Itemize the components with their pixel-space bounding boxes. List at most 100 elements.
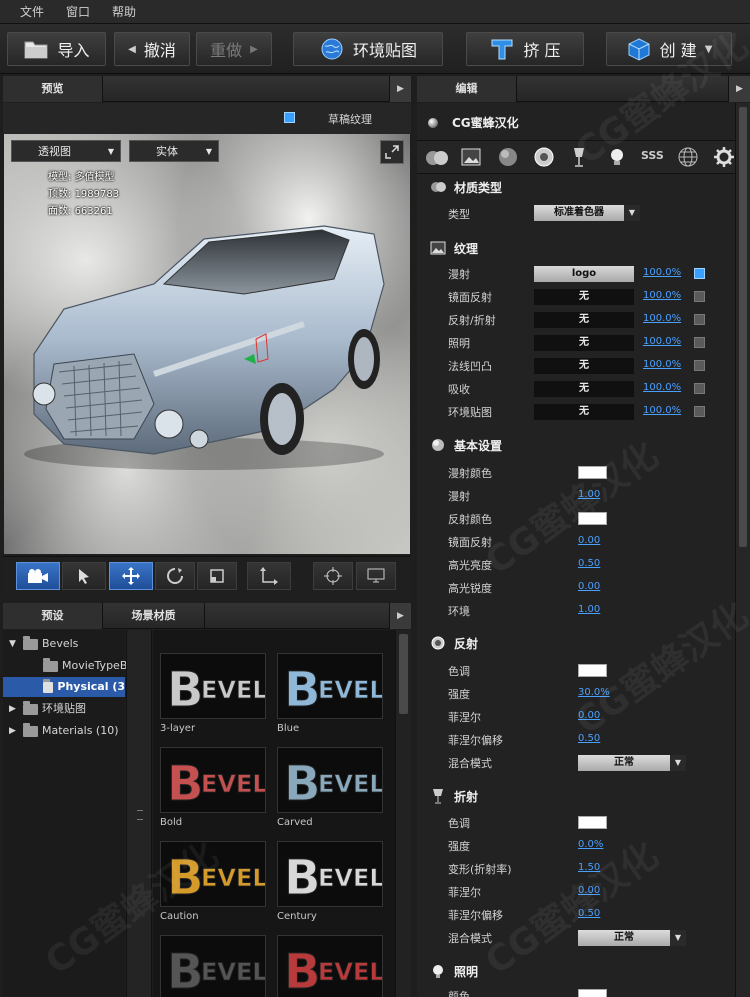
chevron-down-icon[interactable]: ▼ [670, 930, 686, 946]
texture-slot-field[interactable]: 无 [534, 335, 634, 351]
basic-value[interactable]: 1.00 [578, 604, 600, 615]
undo-button[interactable]: ◀ 撤消 [114, 32, 190, 66]
tab-preview[interactable]: 预览 [3, 76, 103, 102]
scroll-thumb[interactable] [399, 634, 408, 714]
section-header-reflection[interactable]: 反射 [430, 632, 478, 654]
panel-menu-arrow-icon[interactable]: ▶ [389, 603, 411, 629]
section-header-lighting[interactable]: 照明 [430, 960, 478, 982]
material-type-icon[interactable] [425, 148, 449, 168]
color-swatch[interactable] [578, 664, 607, 677]
texture-slot-field[interactable]: 无 [534, 381, 634, 397]
chevron-down-icon[interactable]: ▼ [670, 755, 686, 771]
section-header-refraction[interactable]: 折射 [430, 785, 478, 807]
view-mode-select[interactable]: 透视图 ▼ [11, 140, 121, 162]
reflection-value[interactable]: 30.0% [578, 687, 610, 698]
import-button[interactable]: 导入 [7, 32, 106, 66]
tree-item-materials[interactable]: ▶ Materials (10) [9, 721, 119, 741]
texture-image-icon[interactable] [461, 147, 481, 167]
lighting-bulb-icon[interactable] [607, 146, 627, 168]
texture-enable-checkbox[interactable] [694, 406, 705, 417]
texture-slot-field[interactable]: 无 [534, 404, 634, 420]
section-header-basic[interactable]: 基本设置 [430, 434, 502, 456]
tree-scrollbar[interactable] [126, 630, 152, 997]
material-thumbnail[interactable]: B EVEL [160, 841, 266, 907]
shade-mode-select[interactable]: 实体 ▼ [129, 140, 219, 162]
material-thumbnail[interactable]: B EVEL [160, 653, 266, 719]
menu-help[interactable]: 帮助 [112, 3, 136, 20]
material-thumbnail[interactable]: B EVEL [277, 841, 383, 907]
color-swatch[interactable] [578, 512, 607, 525]
material-thumbnail[interactable]: B EVEL [160, 935, 266, 997]
tab-presets[interactable]: 预设 [3, 603, 103, 629]
texture-enable-checkbox[interactable] [694, 383, 705, 394]
reflection-value[interactable]: 0.50 [578, 733, 600, 744]
scroll-thumb[interactable] [739, 107, 747, 547]
texture-slot-field[interactable]: 无 [534, 358, 634, 374]
section-header-texture[interactable]: 纹理 [430, 237, 478, 259]
reflection-sphere-icon[interactable] [533, 146, 555, 168]
basic-value[interactable]: 1.00 [578, 489, 600, 500]
screen-tool-button[interactable] [356, 562, 396, 590]
scale-tool-button[interactable] [197, 562, 237, 590]
tree-item-bevels[interactable]: ▼ Bevels [9, 634, 78, 654]
texture-amount-value[interactable]: 100.0% [643, 313, 681, 324]
3d-viewport[interactable]: 透视图 ▼ 实体 ▼ 模型: 多值模型 顶数: 1989783 面数: 6632… [4, 134, 410, 554]
redo-button[interactable]: 重做 ▶ [196, 32, 272, 66]
settings-gear-icon[interactable] [713, 146, 735, 168]
basic-sphere-icon[interactable] [497, 146, 519, 168]
section-header-material_type[interactable]: 材质类型 [430, 176, 502, 198]
color-swatch[interactable] [578, 466, 607, 479]
texture-slot-field[interactable]: logo [534, 266, 634, 282]
tree-item-physical[interactable]: Physical (3 [3, 677, 125, 697]
camera-tool-button[interactable] [16, 562, 60, 590]
texture-amount-value[interactable]: 100.0% [643, 267, 681, 278]
blend-mode-select[interactable]: 正常 [578, 930, 670, 946]
wireframe-sphere-icon[interactable] [677, 146, 699, 168]
basic-value[interactable]: 0.50 [578, 558, 600, 569]
menu-window[interactable]: 窗口 [66, 3, 90, 20]
refraction-value[interactable]: 1.50 [578, 862, 600, 873]
create-button[interactable]: 创 建 ▼ [606, 32, 732, 66]
texture-amount-value[interactable]: 100.0% [643, 336, 681, 347]
texture-slot-field[interactable]: 无 [534, 289, 634, 305]
material-thumbnail[interactable]: B EVEL [160, 747, 266, 813]
texture-enable-checkbox[interactable] [694, 360, 705, 371]
material-thumbnail[interactable]: B EVEL [277, 935, 383, 997]
panel-menu-arrow-icon[interactable]: ▶ [728, 76, 750, 102]
target-tool-button[interactable] [313, 562, 353, 590]
thumbnails-scrollbar[interactable] [395, 630, 411, 997]
tab-scene-materials[interactable]: 场景材质 [103, 603, 205, 629]
texture-slot-field[interactable]: 无 [534, 312, 634, 328]
chevron-down-icon[interactable]: ▼ [624, 205, 640, 221]
material-thumbnail[interactable]: B EVEL [277, 653, 383, 719]
texture-amount-value[interactable]: 100.0% [643, 405, 681, 416]
rotate-tool-button[interactable] [155, 562, 195, 590]
reflection-value[interactable]: 0.00 [578, 710, 600, 721]
color-swatch[interactable] [578, 989, 607, 997]
texture-amount-value[interactable]: 100.0% [643, 359, 681, 370]
menu-file[interactable]: 文件 [20, 3, 44, 20]
tree-item-env-maps[interactable]: ▶ 环境贴图 [9, 699, 86, 719]
blend-mode-select[interactable]: 正常 [578, 755, 670, 771]
draft-texture-checkbox[interactable] [284, 112, 295, 123]
texture-amount-value[interactable]: 100.0% [643, 290, 681, 301]
sss-icon[interactable]: SSS [641, 149, 664, 162]
material-thumbnail[interactable]: B EVEL [277, 747, 383, 813]
env-map-button[interactable]: 环境贴图 [293, 32, 443, 66]
shader-type-select[interactable]: 标准着色器 [534, 205, 624, 221]
texture-enable-checkbox[interactable] [694, 337, 705, 348]
refraction-glass-icon[interactable] [571, 146, 587, 168]
editor-scrollbar[interactable] [735, 103, 750, 997]
axis-tool-button[interactable] [247, 562, 291, 590]
basic-value[interactable]: 0.00 [578, 581, 600, 592]
refraction-value[interactable]: 0.00 [578, 885, 600, 896]
texture-enable-checkbox[interactable] [694, 268, 705, 279]
tree-item-movietype[interactable]: MovieTypeB [43, 656, 127, 676]
texture-amount-value[interactable]: 100.0% [643, 382, 681, 393]
basic-value[interactable]: 0.00 [578, 535, 600, 546]
texture-enable-checkbox[interactable] [694, 314, 705, 325]
refraction-value[interactable]: 0.50 [578, 908, 600, 919]
select-tool-button[interactable] [62, 562, 106, 590]
panel-menu-arrow-icon[interactable]: ▶ [389, 76, 411, 102]
extrude-button[interactable]: 挤 压 [466, 32, 584, 66]
